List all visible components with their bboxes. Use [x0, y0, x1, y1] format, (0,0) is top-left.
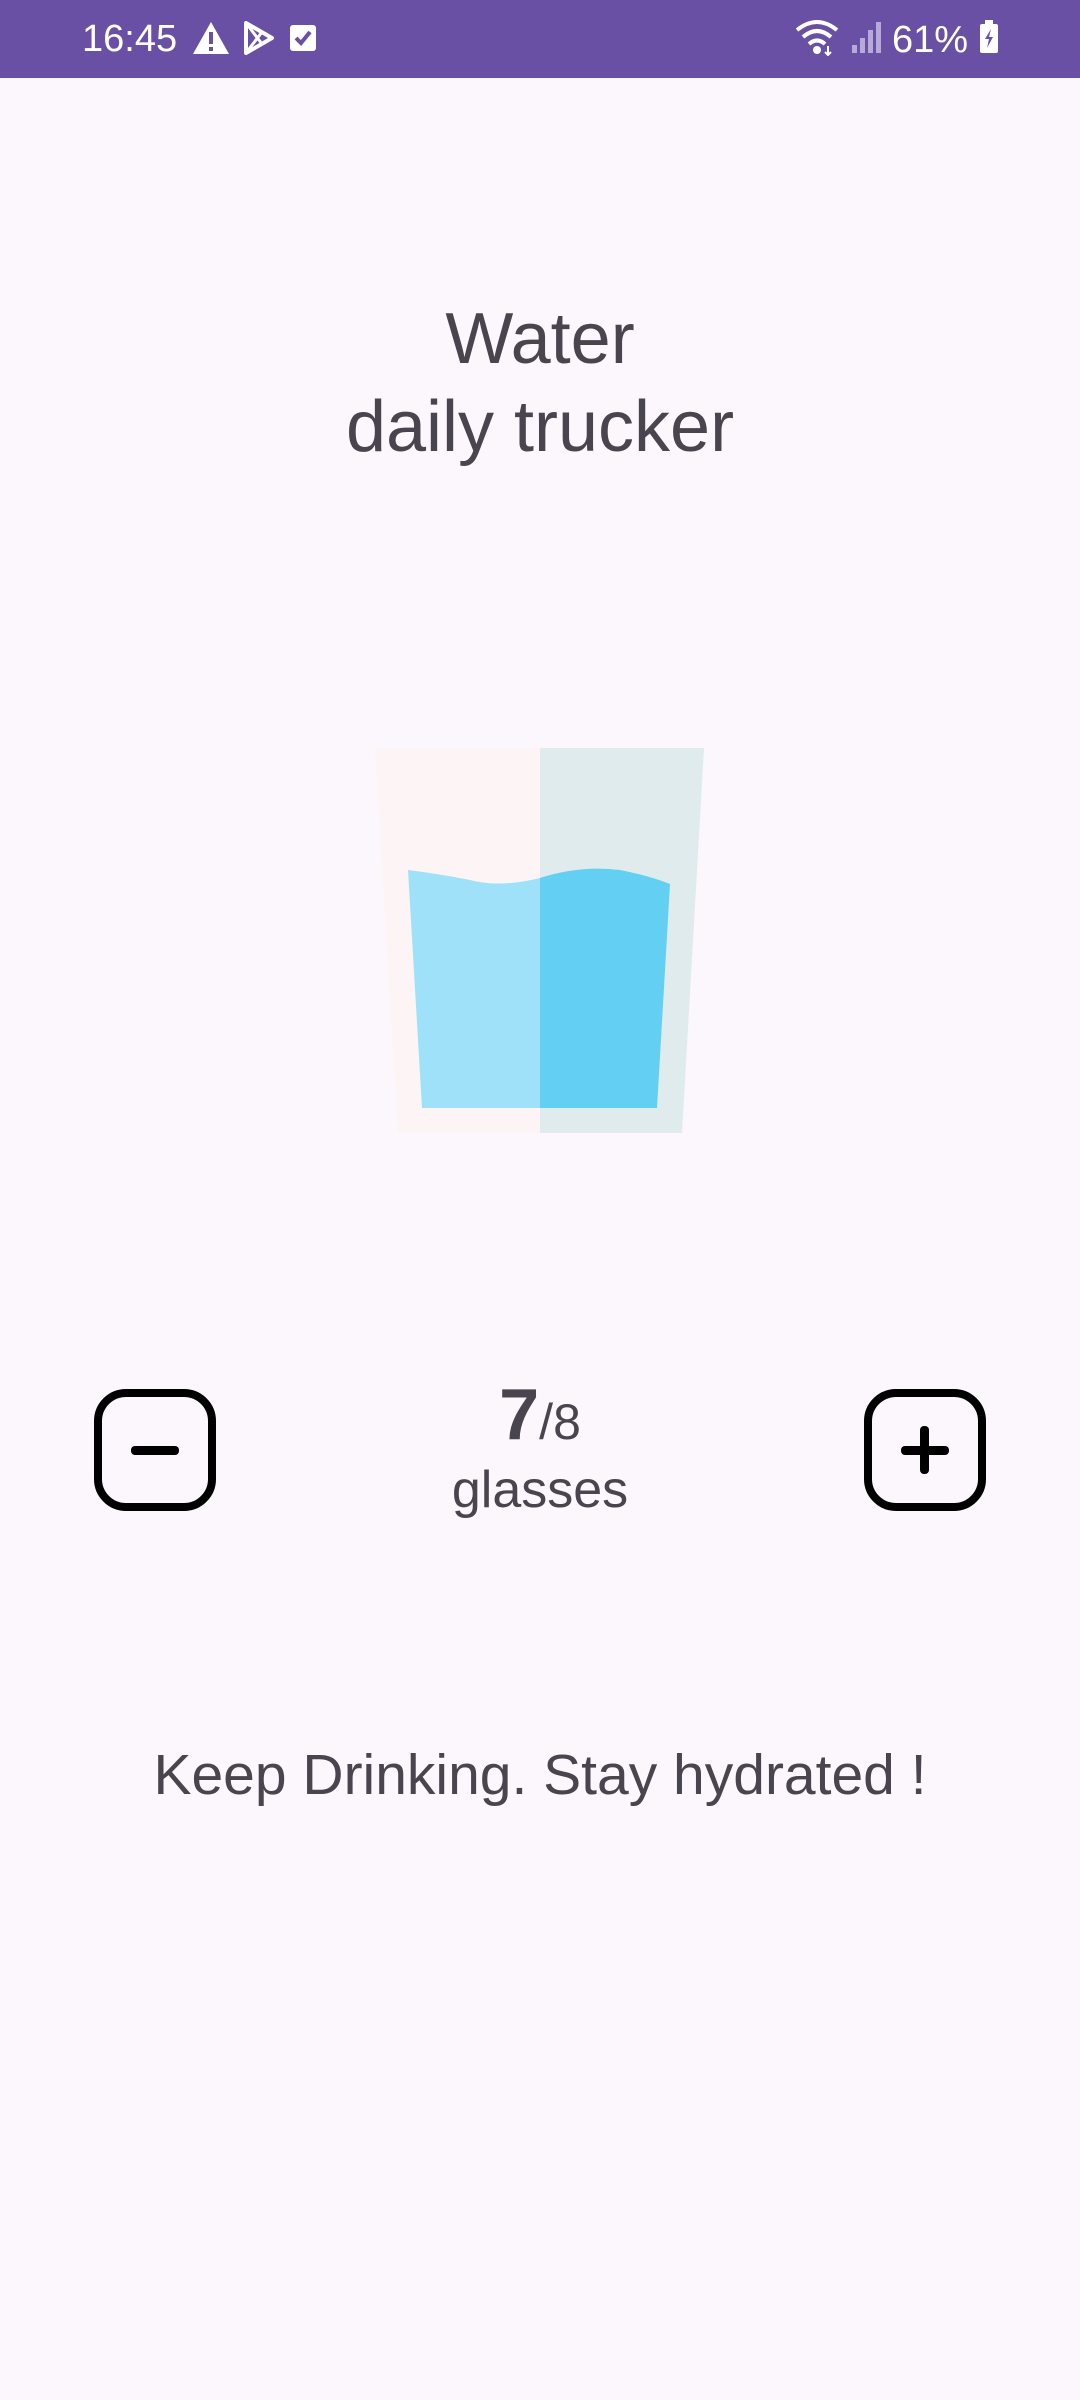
status-notification-icons — [192, 20, 318, 61]
status-system-icons: 61% — [794, 18, 1000, 61]
count-line: 7/8 — [340, 1370, 740, 1460]
warning-icon — [192, 20, 230, 61]
minus-square-icon — [93, 1389, 217, 1515]
glass-counter: 7/8 glasses — [340, 1370, 740, 1520]
plus-square-icon — [863, 1389, 987, 1515]
goal-count: 8 — [553, 1394, 581, 1450]
increment-button[interactable] — [863, 1388, 987, 1512]
signal-icon — [850, 19, 882, 60]
count-unit: glasses — [451, 1461, 629, 1519]
count-separator: / — [539, 1394, 554, 1450]
checkbox-icon — [288, 22, 318, 59]
battery-icon — [978, 19, 1000, 60]
current-count: 7 — [499, 1375, 540, 1455]
decrement-button[interactable] — [93, 1388, 217, 1512]
water-level — [408, 868, 670, 1108]
motivation-message: Keep Drinking. Stay hydrated ! — [153, 1743, 927, 1807]
title-line-2: daily trucker — [345, 387, 735, 467]
status-time: 16:45 — [82, 18, 178, 60]
counter-controls: 7/8 glasses — [0, 1370, 1080, 1530]
page-title: Water daily trucker — [0, 295, 1080, 471]
battery-percentage: 61% — [891, 18, 968, 61]
wifi-icon — [794, 18, 840, 61]
status-bar: 16:45 61% — [0, 0, 1080, 78]
play-store-icon — [242, 20, 276, 61]
water-glass-illustration — [370, 748, 705, 1138]
title-line-1: Water — [445, 299, 635, 379]
